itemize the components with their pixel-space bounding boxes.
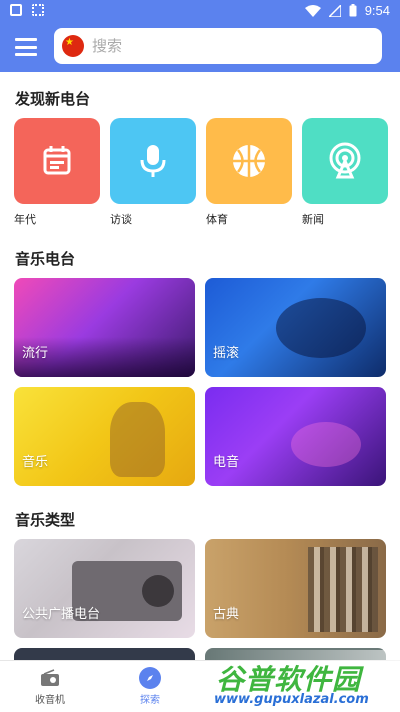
music-card-pop[interactable]: 流行: [14, 278, 195, 377]
broadcast-icon: [329, 142, 361, 179]
grid-notification-icon: [32, 4, 44, 16]
category-sports[interactable]: 体育: [206, 118, 292, 227]
category-label: 年代: [14, 213, 36, 226]
category-tile[interactable]: [302, 118, 388, 204]
menu-icon[interactable]: [15, 38, 37, 56]
category-news[interactable]: 新闻: [302, 118, 388, 227]
section-title-music: 音乐电台: [15, 250, 76, 268]
category-tile[interactable]: [206, 118, 292, 204]
signal-icon: [328, 4, 341, 17]
nav-item-explore[interactable]: 探索: [120, 667, 180, 706]
nav-item-radio[interactable]: 收音机: [20, 667, 80, 706]
radio-icon: [39, 667, 61, 689]
card-label: 摇滚: [213, 346, 240, 361]
wifi-icon: [304, 4, 321, 17]
music-card-music[interactable]: 音乐: [14, 387, 195, 486]
section-title-genres: 音乐类型: [15, 511, 76, 529]
card-label: 电音: [213, 455, 240, 470]
genre-card-classical[interactable]: 古典: [205, 539, 386, 638]
app-header: [0, 22, 400, 72]
status-bar: 9:54: [0, 0, 400, 22]
nav-label: 探索: [140, 695, 160, 706]
music-card-electronic[interactable]: 电音: [205, 387, 386, 486]
section-title-discover: 发现新电台: [15, 90, 91, 108]
card-label: 公共广播电台: [22, 607, 101, 622]
basketball-icon: [233, 145, 265, 177]
app-notification-icon: [10, 4, 22, 16]
category-tile[interactable]: [14, 118, 100, 204]
card-label: 流行: [22, 346, 49, 361]
category-talk[interactable]: 访谈: [110, 118, 196, 227]
china-flag-icon[interactable]: [62, 35, 84, 57]
nav-label: 收音机: [35, 695, 65, 706]
genre-card-public-radio[interactable]: 公共广播电台: [14, 539, 195, 638]
watermark-url: www.gupuxlazal.com: [214, 692, 369, 707]
category-label: 体育: [206, 213, 228, 226]
category-label: 访谈: [110, 213, 132, 226]
compass-icon: [139, 667, 161, 689]
watermark: 谷普软件园 www.gupuxlazal.com: [210, 650, 400, 712]
category-label: 新闻: [302, 213, 324, 226]
card-label: 古典: [213, 607, 240, 622]
battery-icon: [349, 4, 357, 17]
microphone-icon: [140, 145, 166, 177]
search-input[interactable]: [92, 37, 372, 55]
category-tile[interactable]: [110, 118, 196, 204]
card-label: 音乐: [22, 455, 49, 470]
calendar-icon: [43, 146, 71, 175]
search-bar[interactable]: [54, 28, 382, 64]
music-card-rock[interactable]: 摇滚: [205, 278, 386, 377]
status-time: 9:54: [364, 3, 390, 18]
category-era[interactable]: 年代: [14, 118, 100, 227]
